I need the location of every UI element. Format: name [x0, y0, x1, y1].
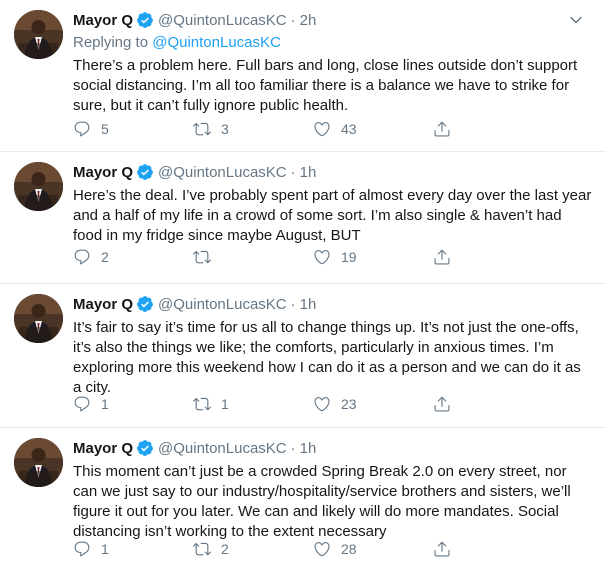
reply-icon [74, 249, 90, 265]
verified-badge-icon [136, 439, 154, 457]
tweet-text: There’s a problem here. Full bars and lo… [73, 57, 578, 114]
separator-dot: · [290, 163, 296, 181]
like-count: 28 [341, 541, 357, 557]
retweet-button[interactable]: 1 [193, 395, 313, 413]
like-count: 19 [341, 249, 357, 265]
retweet-button[interactable]: 3 [193, 120, 313, 138]
replying-to-label: Replying to [73, 34, 149, 51]
like-count: 43 [341, 121, 357, 137]
avatar[interactable] [14, 294, 63, 343]
tweet-actions: 2 19 [73, 247, 513, 267]
share-icon [434, 121, 450, 137]
timestamp[interactable]: 1h [300, 164, 317, 181]
share-icon [434, 396, 450, 412]
verified-badge-icon [136, 295, 154, 313]
replying-to: Replying to @QuintonLucasKC [73, 33, 592, 52]
reply-icon [74, 121, 90, 137]
reply-button[interactable]: 1 [73, 540, 193, 558]
retweet-button[interactable]: 2 [193, 540, 313, 558]
retweet-icon [193, 397, 211, 411]
tweet[interactable]: Mayor Q @QuintonLucasKC · 1h This moment… [0, 428, 606, 570]
verified-badge-icon [136, 11, 154, 29]
like-icon [314, 397, 330, 412]
share-button[interactable] [433, 540, 461, 558]
tweet-header: Mayor Q @QuintonLucasKC · 1h [73, 438, 592, 458]
avatar[interactable] [14, 10, 63, 59]
like-icon [314, 122, 330, 137]
like-button[interactable]: 23 [313, 395, 433, 413]
reply-button[interactable]: 2 [73, 248, 193, 266]
separator-dot: · [290, 11, 296, 29]
timestamp[interactable]: 1h [300, 440, 317, 457]
avatar[interactable] [14, 438, 63, 487]
user-handle[interactable]: @QuintonLucasKC [158, 296, 287, 313]
tweet-header: Mayor Q @QuintonLucasKC · 1h [73, 162, 592, 182]
retweet-count: 1 [221, 396, 229, 412]
reply-count: 1 [101, 396, 109, 412]
tweet-thread: Mayor Q @QuintonLucasKC · 2h Replying to… [0, 0, 606, 570]
display-name[interactable]: Mayor Q [73, 440, 133, 457]
avatar[interactable] [14, 162, 63, 211]
share-button[interactable] [433, 120, 461, 138]
separator-dot: · [290, 295, 296, 313]
tweet[interactable]: Mayor Q @QuintonLucasKC · 1h It’s fair t… [0, 284, 606, 428]
share-button[interactable] [433, 248, 461, 266]
reply-count: 1 [101, 541, 109, 557]
user-handle[interactable]: @QuintonLucasKC [158, 12, 287, 29]
like-button[interactable]: 43 [313, 120, 433, 138]
like-button[interactable]: 28 [313, 540, 433, 558]
chevron-down-icon[interactable] [566, 10, 588, 30]
reply-icon [74, 396, 90, 412]
reply-button[interactable]: 5 [73, 120, 193, 138]
tweet-header: Mayor Q @QuintonLucasKC · 2h [73, 10, 592, 30]
retweet-count: 2 [221, 541, 229, 557]
display-name[interactable]: Mayor Q [73, 164, 133, 181]
retweet-icon [193, 250, 211, 264]
verified-badge-icon [136, 163, 154, 181]
tweet-text: It’s fair to say it’s time for us all to… [73, 319, 581, 396]
replying-to-link[interactable]: @QuintonLucasKC [152, 34, 281, 51]
like-icon [314, 250, 330, 265]
retweet-icon [193, 122, 211, 136]
retweet-icon [193, 542, 211, 556]
tweet-actions: 1 1 23 [73, 394, 513, 414]
timestamp[interactable]: 1h [300, 296, 317, 313]
share-button[interactable] [433, 395, 461, 413]
tweet-actions: 5 3 43 [73, 119, 513, 139]
reply-count: 2 [101, 249, 109, 265]
user-handle[interactable]: @QuintonLucasKC [158, 440, 287, 457]
retweet-count: 3 [221, 121, 229, 137]
like-button[interactable]: 19 [313, 248, 433, 266]
user-handle[interactable]: @QuintonLucasKC [158, 164, 287, 181]
tweet[interactable]: Mayor Q @QuintonLucasKC · 1h Here’s the … [0, 152, 606, 284]
tweet-text: This moment can’t just be a crowded Spri… [73, 463, 571, 540]
reply-count: 5 [101, 121, 109, 137]
reply-button[interactable]: 1 [73, 395, 193, 413]
tweet[interactable]: Mayor Q @QuintonLucasKC · 2h Replying to… [0, 0, 606, 152]
like-count: 23 [341, 396, 357, 412]
tweet-actions: 1 2 28 [73, 539, 513, 559]
share-icon [434, 249, 450, 265]
share-icon [434, 541, 450, 557]
display-name[interactable]: Mayor Q [73, 12, 133, 29]
retweet-button[interactable] [193, 248, 313, 266]
separator-dot: · [290, 439, 296, 457]
tweet-header: Mayor Q @QuintonLucasKC · 1h [73, 294, 592, 314]
display-name[interactable]: Mayor Q [73, 296, 133, 313]
timestamp[interactable]: 2h [300, 12, 317, 29]
reply-icon [74, 541, 90, 557]
tweet-text: Here’s the deal. I’ve probably spent par… [73, 187, 592, 244]
like-icon [314, 542, 330, 557]
